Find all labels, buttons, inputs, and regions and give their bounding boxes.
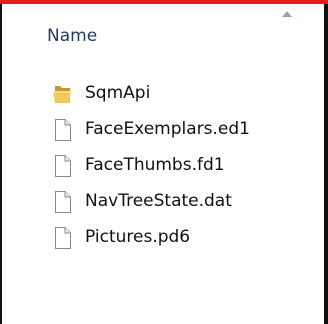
list-item-pictures[interactable]: Pictures.pd6 xyxy=(2,222,324,254)
sort-ascending-icon xyxy=(282,11,292,17)
window-right-border xyxy=(324,4,328,324)
column-header-label: Name xyxy=(47,26,98,46)
list-item-label: Pictures.pd6 xyxy=(85,227,191,247)
document-icon xyxy=(55,227,71,249)
list-item-label: NavTreeState.dat xyxy=(85,191,232,211)
column-header-name[interactable]: Name xyxy=(2,4,324,62)
folder-icon xyxy=(53,86,71,103)
document-icon xyxy=(55,155,71,177)
document-icon xyxy=(55,191,71,213)
list-item-label: FaceExemplars.ed1 xyxy=(85,119,250,139)
list-item-faceexemplars[interactable]: FaceExemplars.ed1 xyxy=(2,114,324,146)
document-icon xyxy=(55,119,71,141)
list-item-facethumbs[interactable]: FaceThumbs.fd1 xyxy=(2,150,324,182)
list-item-label: FaceThumbs.fd1 xyxy=(85,155,225,175)
file-list-pane: Name SqmApi FaceExemplars.ed1 FaceThumbs… xyxy=(2,4,324,324)
list-item-sqmapi[interactable]: SqmApi xyxy=(2,78,324,110)
list-item-label: SqmApi xyxy=(85,83,151,103)
list-item-navtreestate[interactable]: NavTreeState.dat xyxy=(2,186,324,218)
